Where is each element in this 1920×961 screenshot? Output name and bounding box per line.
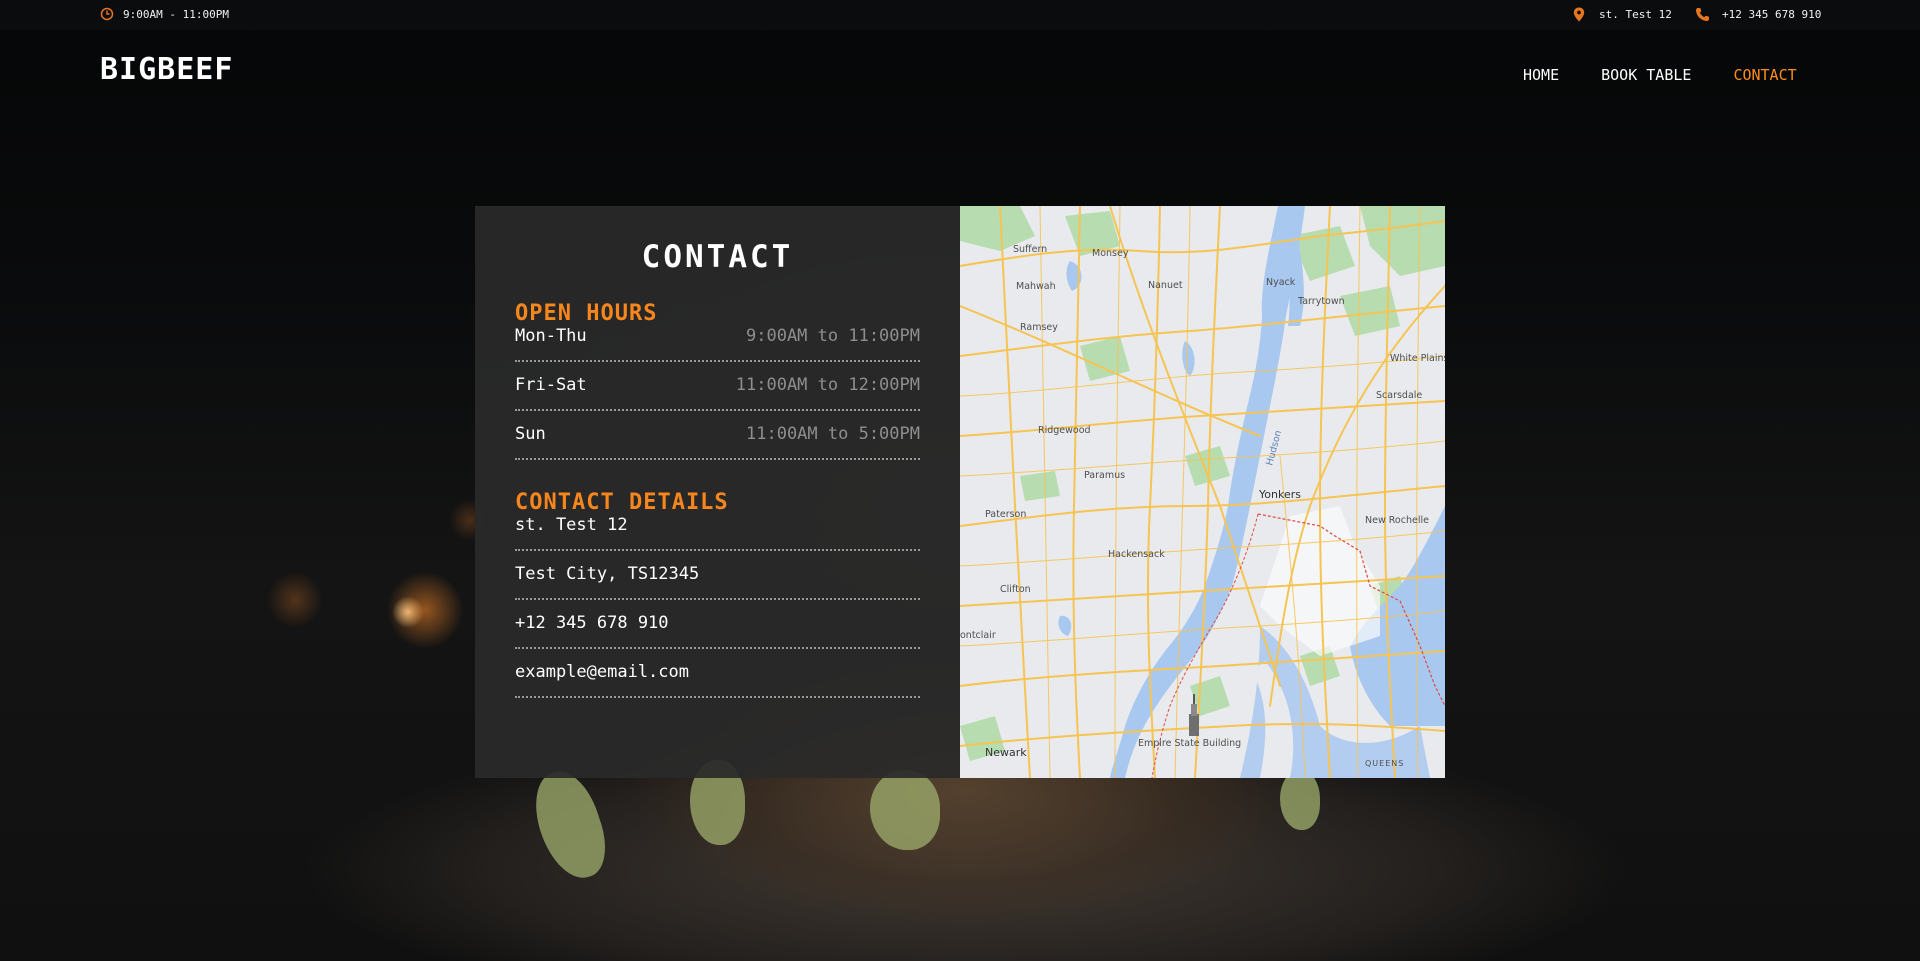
map-label: QUEENS [1365, 759, 1404, 768]
map-label: White Plains [1390, 353, 1445, 364]
phone-text: +12 345 678 910 [1722, 8, 1822, 21]
detail-address-street: st. Test 12 [515, 515, 920, 551]
map-label: Empire State Building [1138, 738, 1241, 749]
map-label: Newark [985, 746, 1027, 759]
contact-details-title: CONTACT DETAILS [515, 490, 729, 515]
hours-row: Fri-Sat 11:00AM to 12:00PM [515, 362, 920, 411]
nav-book-table[interactable]: BOOK TABLE [1601, 66, 1691, 84]
address[interactable]: st. Test 12 [1573, 7, 1672, 22]
location-map[interactable]: Suffern Monsey Nanuet Nyack Tarrytown Ma… [960, 206, 1445, 778]
nav-home[interactable]: HOME [1523, 66, 1559, 84]
open-hours-title: OPEN HOURS [515, 301, 658, 326]
lettuce-leaf [524, 763, 616, 887]
phone-icon [1695, 7, 1710, 22]
opening-hours: 9:00AM - 11:00PM [100, 7, 229, 21]
detail-text[interactable]: +12 345 678 910 [515, 613, 669, 633]
map-label: Monsey [1092, 248, 1129, 259]
hours-row: Mon-Thu 9:00AM to 11:00PM [515, 326, 920, 362]
map-label: Ridgewood [1038, 425, 1091, 436]
hours-row: Sun 11:00AM to 5:00PM [515, 411, 920, 460]
map-label: Nyack [1266, 277, 1296, 288]
details-list: st. Test 12 Test City, TS12345 +12 345 6… [515, 515, 920, 698]
hours-day: Fri-Sat [515, 375, 587, 395]
map-label: Hackensack [1108, 549, 1165, 560]
lettuce-leaf [870, 770, 940, 850]
main-nav: HOME BOOK TABLE CONTACT [1523, 66, 1797, 84]
map-label: Mahwah [1016, 281, 1056, 292]
contact-card: CONTACT OPEN HOURS Mon-Thu 9:00AM to 11:… [475, 206, 1445, 778]
detail-email[interactable]: example@email.com [515, 649, 920, 698]
hours-day: Sun [515, 424, 546, 444]
nav-contact[interactable]: CONTACT [1733, 66, 1796, 84]
brand-logo[interactable]: BIGBEEF [100, 52, 233, 87]
detail-phone[interactable]: +12 345 678 910 [515, 600, 920, 649]
contact-info-panel: CONTACT OPEN HOURS Mon-Thu 9:00AM to 11:… [475, 206, 960, 778]
detail-text: st. Test 12 [515, 515, 628, 535]
map-label: Tarrytown [1297, 296, 1345, 307]
clock-icon [100, 7, 114, 21]
detail-text: Test City, TS12345 [515, 564, 700, 584]
map-label: Yonkers [1258, 488, 1301, 501]
phone[interactable]: +12 345 678 910 [1695, 7, 1821, 22]
lettuce-leaf [1280, 770, 1320, 830]
map-label: Nanuet [1148, 280, 1183, 291]
contact-title: CONTACT [641, 239, 794, 275]
opening-hours-text: 9:00AM - 11:00PM [123, 7, 229, 21]
hours-list: Mon-Thu 9:00AM to 11:00PM Fri-Sat 11:00A… [515, 326, 920, 460]
map-label: ontclair [960, 630, 996, 641]
map-label: Clifton [1000, 584, 1031, 595]
map-label: Scarsdale [1376, 390, 1422, 401]
detail-address-city: Test City, TS12345 [515, 551, 920, 600]
map-label: Paramus [1084, 470, 1125, 481]
hours-day: Mon-Thu [515, 326, 587, 346]
map-label: New Rochelle [1365, 515, 1429, 526]
hours-time: 9:00AM to 11:00PM [746, 326, 920, 346]
map-label: Ramsey [1020, 322, 1058, 333]
hours-time: 11:00AM to 12:00PM [735, 375, 920, 395]
hours-time: 11:00AM to 5:00PM [746, 424, 920, 444]
top-info-bar: 9:00AM - 11:00PM st. Test 12 +12 345 678… [0, 0, 1920, 30]
address-text: st. Test 12 [1599, 8, 1672, 21]
map-label: Paterson [985, 509, 1026, 520]
location-pin-icon [1573, 7, 1585, 22]
map-label: Suffern [1013, 244, 1047, 255]
detail-text[interactable]: example@email.com [515, 662, 689, 682]
